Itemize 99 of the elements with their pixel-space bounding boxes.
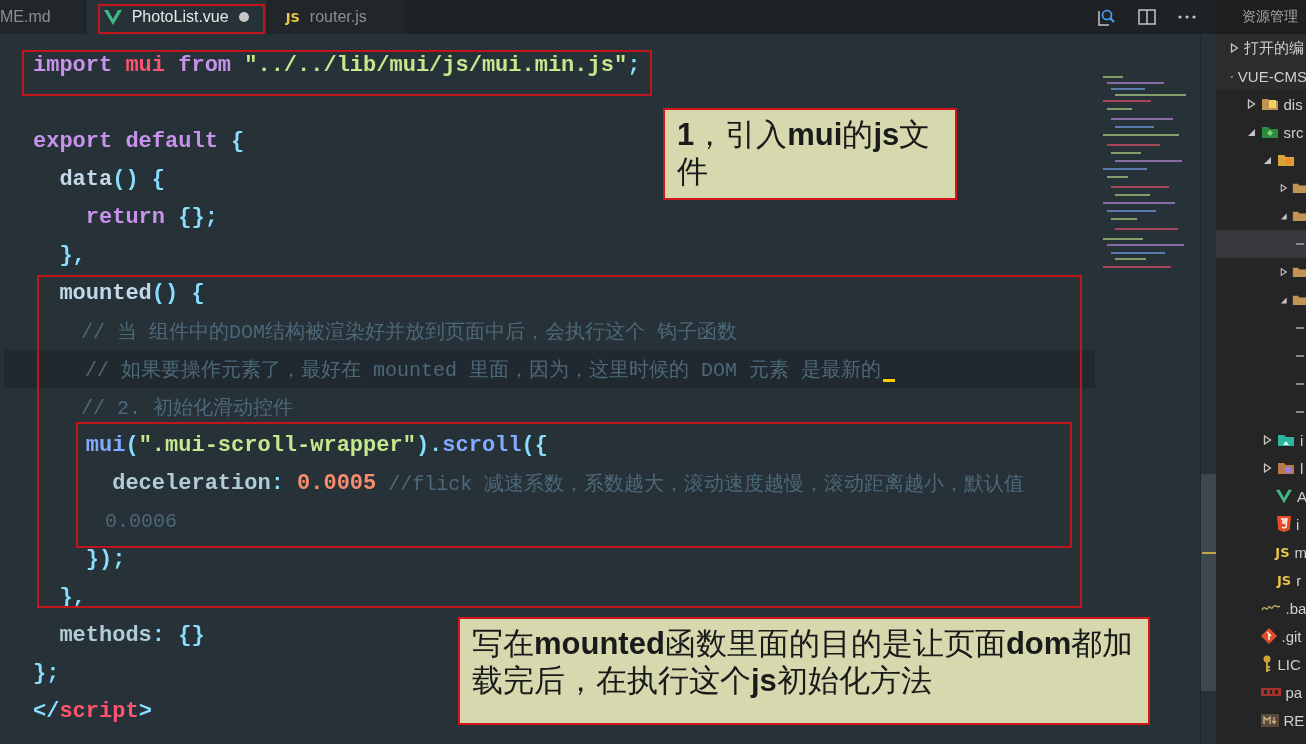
- tree-item[interactable]: i: [1216, 426, 1306, 454]
- explorer-section[interactable]: VUE-CMS: [1216, 62, 1306, 90]
- tab-label: ME.md: [0, 8, 51, 26]
- tree-item[interactable]: .ba: [1216, 594, 1306, 622]
- text-cursor: [883, 379, 896, 382]
- search-file-icon[interactable]: [1096, 7, 1116, 27]
- collapsed-arrow-icon[interactable]: [1279, 183, 1287, 193]
- dash-icon: [1296, 411, 1304, 413]
- folder-icon: [1260, 125, 1279, 139]
- code-token: import: [33, 52, 113, 78]
- editor-tab[interactable]: JS router.js: [267, 0, 406, 34]
- code-token: };: [33, 660, 60, 686]
- collapsed-arrow-icon[interactable]: [1263, 435, 1272, 445]
- js-icon: JS: [1275, 544, 1290, 560]
- split-editor-icon[interactable]: [1138, 9, 1156, 25]
- shield-icon: [1277, 516, 1291, 532]
- code-token: 0.0005: [296, 470, 377, 496]
- code-token: methods: [58, 622, 152, 648]
- code-token: data: [58, 166, 113, 192]
- code-token: ;: [627, 52, 641, 78]
- code-token: deceleration: [111, 470, 271, 496]
- folder-icon: [1277, 433, 1295, 447]
- tab-label: PhotoList.vue: [131, 8, 229, 26]
- expanded-arrow-icon[interactable]: [1246, 127, 1256, 137]
- unsaved-dot: [238, 12, 249, 22]
- folder-icon: [1277, 461, 1295, 475]
- collapsed-arrow-icon[interactable]: [1263, 463, 1272, 473]
- tree-item[interactable]: .git: [1216, 622, 1306, 650]
- code-token: ({: [521, 432, 548, 458]
- code-token: ).: [415, 432, 443, 458]
- tree-item[interactable]: RE: [1216, 706, 1306, 734]
- tree-item[interactable]: LIC: [1216, 650, 1306, 678]
- scribble-icon: [1260, 603, 1281, 613]
- collapsed-arrow-icon[interactable]: [1279, 267, 1287, 277]
- collapsed-arrow-icon[interactable]: [1230, 43, 1239, 53]
- dash-icon: [1296, 327, 1304, 329]
- code-comment: // 如果要操作元素了，最好在 mounted 里面，因为，这里时候的 DOM 元素 是最新的: [84, 357, 882, 383]
- folder-icon: [1277, 153, 1295, 167]
- code-token: scroll: [442, 432, 522, 458]
- code-token: export default: [33, 128, 218, 154]
- expanded-arrow-icon[interactable]: [1279, 295, 1287, 305]
- collapsed-arrow-icon[interactable]: [1246, 99, 1256, 109]
- vue-icon: [103, 9, 122, 25]
- folder-icon: [1292, 209, 1306, 223]
- code-token: {: [230, 128, 245, 154]
- folder-icon: [1292, 265, 1306, 279]
- tree-item[interactable]: JS m: [1216, 538, 1306, 566]
- code-comment: // 2. 初始化滑动控件: [80, 395, 294, 421]
- code-token: >: [138, 698, 152, 724]
- code-token: mui: [84, 432, 126, 458]
- code-token: },: [58, 242, 86, 268]
- npm-icon: [1260, 688, 1281, 696]
- dash-icon: [1296, 243, 1304, 245]
- editor-tab[interactable]: ME.md: [0, 0, 86, 34]
- tree-item[interactable]: pa: [1216, 678, 1306, 706]
- tree-item[interactable]: l: [1216, 454, 1306, 482]
- code-comment: 0.0006: [104, 509, 178, 533]
- cursor-marker: [1202, 552, 1216, 554]
- dash-icon: [1296, 355, 1304, 357]
- folder-icon: [1292, 293, 1306, 307]
- code-token: script: [59, 698, 139, 724]
- code-token: {};: [177, 204, 218, 230]
- code-token: (: [125, 432, 139, 458]
- tree-item[interactable]: i: [1216, 510, 1306, 538]
- markdown-icon: [1260, 713, 1279, 727]
- code-token: return: [84, 204, 166, 230]
- explorer-section[interactable]: 打开的编: [1216, 34, 1306, 62]
- code-token: });: [84, 546, 126, 572]
- explorer-title: 资源管理: [1216, 0, 1306, 34]
- code-token: () {: [151, 280, 205, 306]
- code-token: "../../lib/mui/js/mui.min.js": [243, 52, 628, 78]
- tree-item[interactable]: dis: [1216, 90, 1306, 118]
- code-token: from: [177, 52, 232, 78]
- tree-item[interactable]: src: [1216, 118, 1306, 146]
- more-icon[interactable]: [1178, 15, 1196, 19]
- folder-icon: [1292, 181, 1306, 195]
- code-token: () {: [112, 166, 166, 192]
- code-comment: // 当 组件中的DOM结构被渲染好并放到页面中后，会执行这个 钩子函数: [80, 319, 738, 345]
- tree-item[interactable]: JS r: [1216, 566, 1306, 594]
- js-icon: JS: [1277, 572, 1292, 588]
- dash-icon: [1296, 383, 1304, 385]
- code-comment: //flick 减速系数，系数越大，滚动速度越慢，滚动距离越小，默认值: [387, 471, 1025, 497]
- callout-note: 1，引入mui的js文件: [663, 108, 957, 200]
- vue-icon: [1276, 488, 1292, 504]
- scrollbar-thumb[interactable]: [1201, 474, 1216, 691]
- code-token: :: [270, 470, 284, 496]
- folder-icon: [1260, 97, 1279, 111]
- expanded-arrow-icon[interactable]: [1279, 211, 1287, 221]
- callout-note: 写在mounted函数里面的目的是让页面dom都加载完后，在执行这个js初始化方法: [458, 617, 1150, 725]
- expanded-arrow-icon[interactable]: [1263, 155, 1272, 165]
- js-icon: JS: [285, 9, 300, 25]
- code-token: </: [33, 698, 60, 724]
- code-token: ".mui-scroll-wrapper": [138, 432, 416, 458]
- tree-item[interactable]: A: [1216, 482, 1306, 510]
- tab-label: router.js: [309, 8, 367, 26]
- code-token: : {}: [151, 622, 205, 648]
- code-token: mui: [124, 52, 166, 78]
- git-icon: [1260, 628, 1277, 644]
- code-token: mounted: [58, 280, 152, 306]
